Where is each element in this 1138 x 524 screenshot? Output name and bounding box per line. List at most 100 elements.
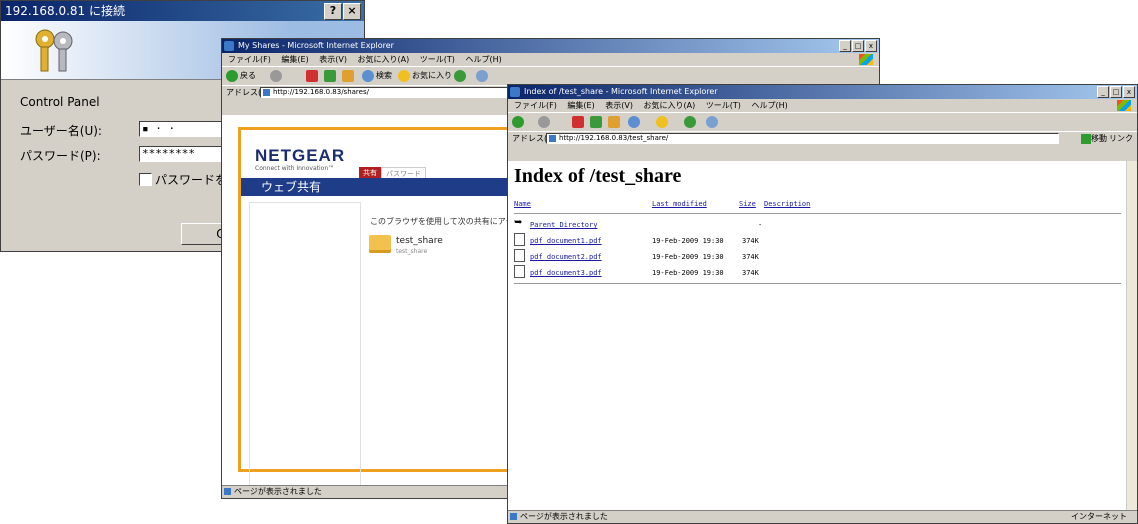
login-titlebar[interactable]: 192.168.0.81 に接続 ? ×	[1, 1, 364, 21]
menu-file[interactable]: ファイル(F)	[514, 101, 557, 110]
menu-favorites[interactable]: お気に入り(A)	[358, 55, 410, 64]
folder-name-link[interactable]: test_share	[396, 236, 443, 246]
minimize-button[interactable]: _	[1097, 86, 1109, 98]
status-text: ページが表示されました	[520, 512, 608, 521]
search-label[interactable]: 検索	[376, 69, 392, 83]
file-size: 374K	[742, 237, 759, 245]
windows-logo-icon	[1117, 100, 1131, 111]
windows-logo-icon	[859, 54, 873, 65]
menu-bar: ファイル(F) 編集(E) 表示(V) お気に入り(A) ツール(T) ヘルプ(…	[508, 99, 1137, 113]
back-icon[interactable]	[512, 116, 524, 128]
folder-icon[interactable]	[369, 235, 391, 253]
column-description-link[interactable]: Description	[764, 200, 810, 208]
file-link[interactable]: pdf_document3.pdf	[530, 269, 602, 277]
menu-view[interactable]: 表示(V)	[319, 55, 347, 64]
file-modified: 19-Feb-2009 19:30	[652, 237, 724, 245]
forward-icon[interactable]	[538, 116, 550, 128]
shares-title: My Shares - Microsoft Internet Explorer	[238, 41, 394, 50]
table-row: pdf_document2.pdf 19-Feb-2009 19:30 374K	[508, 249, 1137, 265]
stop-icon[interactable]	[572, 116, 584, 128]
zone-label: インターネット	[1071, 512, 1127, 521]
back-label[interactable]: 戻る	[240, 69, 256, 83]
index-window: Index of /test_share - Microsoft Interne…	[507, 84, 1138, 524]
status-bar: ページが表示されました インターネット	[508, 510, 1137, 523]
file-link[interactable]: pdf_document2.pdf	[530, 253, 602, 261]
table-row: pdf_document1.pdf 19-Feb-2009 19:30 374K	[508, 233, 1137, 249]
file-size: 374K	[742, 253, 759, 261]
document-icon	[514, 233, 525, 246]
divider	[514, 283, 1121, 284]
refresh-icon[interactable]	[590, 116, 602, 128]
menu-edit[interactable]: 編集(E)	[281, 55, 308, 64]
menu-file[interactable]: ファイル(F)	[228, 55, 271, 64]
home-icon[interactable]	[342, 70, 354, 82]
menu-bar: ファイル(F) 編集(E) 表示(V) お気に入り(A) ツール(T) ヘルプ(…	[222, 53, 879, 67]
index-page: Index of /test_share Name Last modified …	[508, 161, 1137, 511]
folder-subtitle: test_share	[396, 248, 428, 255]
ie-icon	[510, 87, 520, 97]
menu-help[interactable]: ヘルプ(H)	[465, 55, 501, 64]
share-description: このブラウザを使用して次の共有にアク	[370, 217, 514, 226]
column-size-link[interactable]: Size	[739, 200, 756, 208]
document-icon	[514, 265, 525, 278]
mail-icon[interactable]	[706, 116, 718, 128]
parent-directory-link[interactable]: Parent Directory	[530, 221, 597, 229]
column-modified-link[interactable]: Last modified	[652, 200, 707, 208]
search-icon[interactable]	[628, 116, 640, 128]
sidebar-panel	[249, 202, 361, 498]
ie-icon	[224, 41, 234, 51]
file-size: 374K	[742, 269, 759, 277]
mail-icon[interactable]	[476, 70, 488, 82]
close-button[interactable]: x	[1123, 86, 1135, 98]
file-modified: 19-Feb-2009 19:30	[652, 269, 724, 277]
search-icon[interactable]	[362, 70, 374, 82]
favorites-label[interactable]: お気に入り	[412, 69, 452, 83]
links-label[interactable]: リンク	[1109, 132, 1133, 146]
login-title: 192.168.0.81 に接続	[5, 4, 125, 18]
close-button[interactable]: ×	[343, 3, 361, 20]
menu-edit[interactable]: 編集(E)	[567, 101, 594, 110]
shares-titlebar[interactable]: My Shares - Microsoft Internet Explorer …	[222, 39, 879, 53]
menu-tools[interactable]: ツール(T)	[706, 101, 741, 110]
file-modified: 19-Feb-2009 19:30	[652, 253, 724, 261]
page-title: Index of /test_share	[514, 165, 682, 187]
menu-view[interactable]: 表示(V)	[605, 101, 633, 110]
address-input[interactable]: http://192.168.0.83/test_share/	[546, 133, 1059, 144]
table-row: ➥ Parent Directory -	[508, 217, 1137, 233]
history-icon[interactable]	[454, 70, 466, 82]
go-label[interactable]: 移動	[1091, 132, 1107, 146]
menu-favorites[interactable]: お気に入り(A)	[644, 101, 696, 110]
minimize-button[interactable]: _	[839, 40, 851, 52]
document-icon	[514, 249, 525, 262]
toolbar	[508, 113, 1137, 132]
history-icon[interactable]	[684, 116, 696, 128]
favorites-icon[interactable]	[398, 70, 410, 82]
password-label: パスワード(P):	[20, 149, 101, 163]
vertical-scrollbar[interactable]	[1126, 161, 1137, 511]
maximize-button[interactable]: □	[1110, 86, 1122, 98]
help-button[interactable]: ?	[324, 3, 342, 20]
column-name-link[interactable]: Name	[514, 200, 531, 208]
favorites-icon[interactable]	[656, 116, 668, 128]
netgear-tagline: Connect with Innovation™	[255, 165, 335, 172]
close-button[interactable]: x	[865, 40, 877, 52]
maximize-button[interactable]: □	[852, 40, 864, 52]
parent-size: -	[758, 221, 763, 229]
home-icon[interactable]	[608, 116, 620, 128]
menu-help[interactable]: ヘルプ(H)	[751, 101, 787, 110]
stop-icon[interactable]	[306, 70, 318, 82]
keys-icon	[35, 29, 73, 72]
forward-icon[interactable]	[270, 70, 282, 82]
divider	[514, 213, 1121, 214]
file-link[interactable]: pdf_document1.pdf	[530, 237, 602, 245]
back-arrow-icon: ➥	[514, 217, 523, 228]
back-icon[interactable]	[226, 70, 238, 82]
index-title: Index of /test_share - Microsoft Interne…	[524, 87, 718, 96]
refresh-icon[interactable]	[324, 70, 336, 82]
remember-checkbox[interactable]	[139, 173, 152, 186]
netgear-logo: NETGEAR	[255, 146, 346, 165]
go-icon[interactable]	[1081, 134, 1091, 144]
menu-tools[interactable]: ツール(T)	[420, 55, 455, 64]
username-label: ユーザー名(U):	[20, 124, 102, 138]
index-titlebar[interactable]: Index of /test_share - Microsoft Interne…	[508, 85, 1137, 99]
